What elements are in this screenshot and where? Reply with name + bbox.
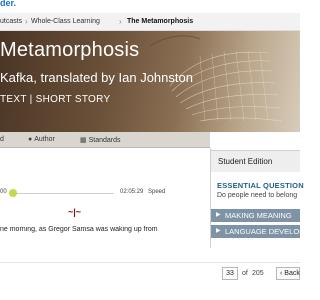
tab-label: Standards (88, 137, 121, 144)
audio-progress-track[interactable] (14, 193, 114, 194)
tab-label: Author (34, 136, 55, 143)
section-divider: ~|~ (68, 207, 82, 217)
chevron-right-icon: › (25, 17, 28, 26)
hero-banner: Metamorphosis Kafka, translated by Ian J… (0, 31, 300, 132)
breadcrumb-item[interactable]: Whole-Class Learning (31, 18, 100, 25)
essential-question-text: Do people need to belong (217, 192, 298, 199)
sidebar-section-making-meaning[interactable]: ▶ MAKING MEANING (211, 209, 300, 222)
story-text: ne morning, as Gregor Samsa was waking u… (0, 226, 210, 233)
story-genre: TEXT | SHORT STORY (0, 94, 111, 105)
story-text-line: ne morning, as Gregor Samsa was waking u… (0, 226, 158, 233)
tab-read[interactable]: d (0, 136, 4, 143)
audio-player: 00 02:05:29 Speed (0, 185, 210, 200)
sidebar-section-label: MAKING MEANING (225, 211, 292, 220)
audio-progress-handle[interactable] (9, 189, 17, 197)
back-button-label: Back (284, 270, 300, 277)
sidebar-header[interactable]: Student Edition (210, 150, 300, 172)
breadcrumb: utcasts › Whole-Class Learning › The Met… (0, 13, 300, 31)
top-bar: der. (0, 0, 300, 12)
tab-label: d (0, 136, 4, 143)
page-of-label: of (242, 270, 248, 277)
sidebar-header-label: Student Edition (218, 157, 273, 166)
essential-question-label: ESSENTIAL QUESTION (217, 181, 304, 190)
breadcrumb-current: The Metamorphosis (127, 18, 194, 25)
tab-author[interactable]: ● Author (28, 136, 55, 143)
audio-total-time: 02:05:29 (120, 189, 144, 195)
grid-icon: ▦ (80, 137, 87, 144)
audio-current-time: 00 (0, 189, 7, 195)
triangle-right-icon: ▶ (216, 212, 221, 218)
chevron-left-icon: ‹ (280, 270, 283, 277)
triangle-right-icon: ▶ (216, 228, 221, 234)
person-icon: ● (28, 136, 33, 143)
story-author: Kafka, translated by Ian Johnston (0, 70, 193, 85)
sidebar-section-language-development[interactable]: ▶ LANGUAGE DEVELOPM (211, 225, 300, 238)
back-button[interactable]: ‹ Back (276, 267, 300, 280)
breadcrumb-item[interactable]: utcasts (0, 18, 22, 25)
tab-bar: d ● Author ▦ Standards (0, 132, 210, 148)
tab-standards[interactable]: ▦ Standards (80, 136, 121, 144)
sidebar-section-label: LANGUAGE DEVELOPM (225, 227, 300, 236)
chevron-right-icon: › (119, 17, 122, 26)
story-title: Metamorphosis (0, 39, 140, 61)
page-total: 205 (252, 270, 264, 277)
brand-logo[interactable]: der. (0, 0, 16, 8)
page-number-input[interactable]: 33 (222, 267, 238, 280)
speed-button[interactable]: Speed (148, 189, 165, 195)
